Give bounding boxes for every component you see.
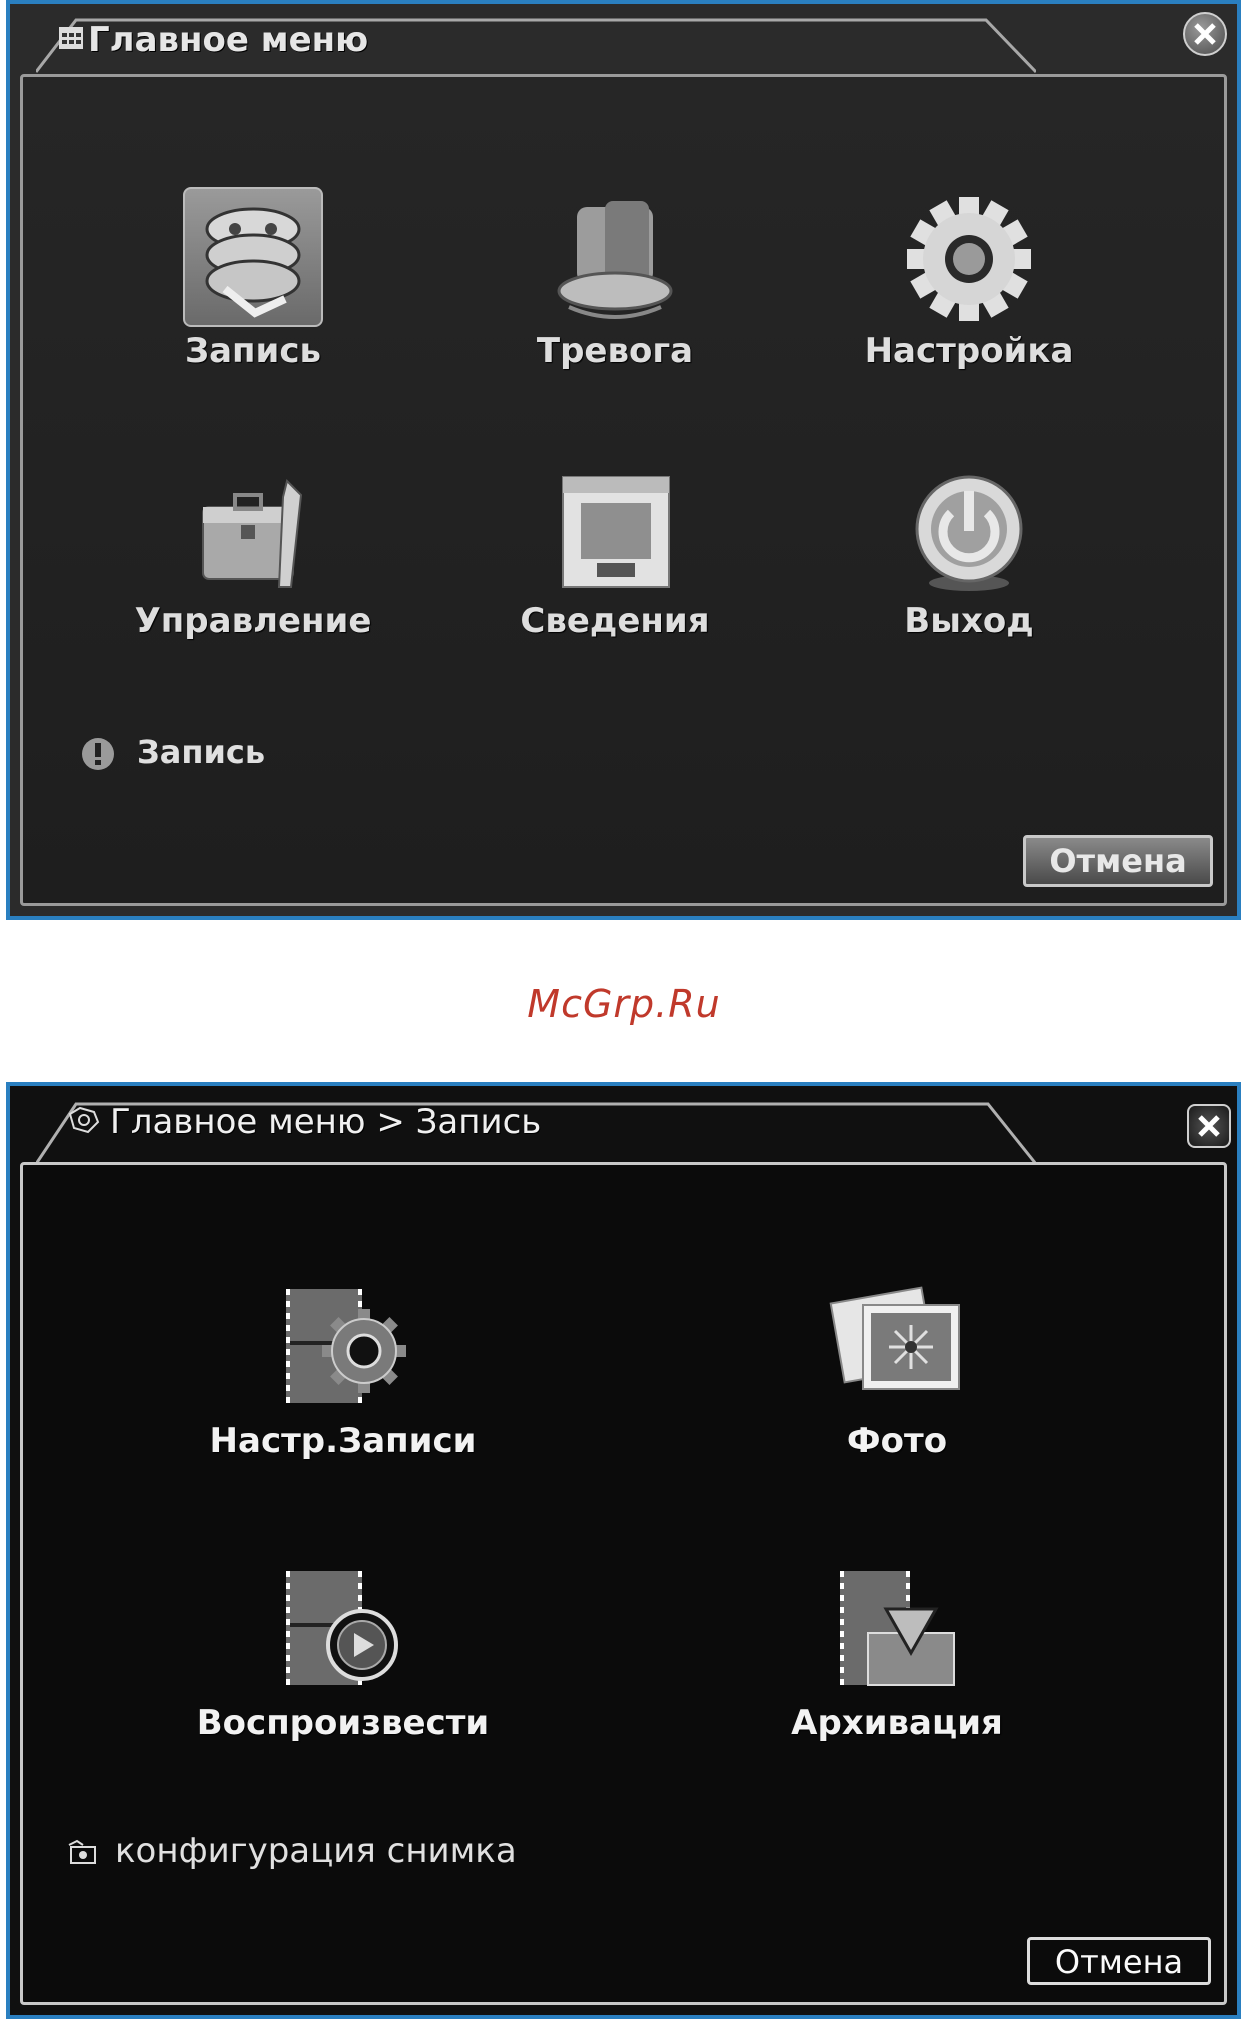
menu-content-area: Запись Тревога Настройка Управление Свед… xyxy=(20,74,1227,906)
main-menu-window: Главное меню Запись Тревога Настройка Уп… xyxy=(6,0,1241,920)
menu-label-record-settings[interactable]: Настр.Записи xyxy=(193,1421,493,1461)
menu-label-alarm: Тревога xyxy=(536,331,694,371)
gear-icon xyxy=(899,187,1039,327)
power-icon xyxy=(899,467,1039,597)
cancel-button[interactable]: Отмена xyxy=(1027,1937,1211,1985)
menu-label-photo[interactable]: Фото xyxy=(747,1421,1047,1461)
menu-label-exit: Выход xyxy=(904,601,1034,641)
photo-icon xyxy=(827,1285,967,1409)
status-text: Запись xyxy=(137,733,266,771)
menu-content-area: Настр.Записи Фото Воспроизвести Архиваци… xyxy=(20,1162,1227,2005)
menu-label-record: Запись xyxy=(184,331,322,371)
menu-item-alarm[interactable]: Тревога xyxy=(485,187,745,371)
menu-item-settings[interactable]: Настройка xyxy=(839,187,1099,371)
menu-item-record[interactable]: Запись xyxy=(123,187,383,371)
cancel-button[interactable]: Отмена xyxy=(1023,835,1213,887)
film-reel-icon xyxy=(183,187,323,327)
record-menu-window: Главное меню > Запись Настр.Записи Фото … xyxy=(6,1082,1241,2019)
close-icon xyxy=(1194,23,1216,45)
menu-item-management[interactable]: Управление xyxy=(123,467,383,641)
info-exclamation-icon xyxy=(82,738,114,770)
film-gear-icon xyxy=(278,1285,408,1409)
window-title: Главное меню > Запись xyxy=(110,1102,542,1142)
alarm-siren-icon xyxy=(545,187,685,327)
menu-item-record-settings[interactable]: Настр.Записи xyxy=(193,1285,493,1461)
record-folder-icon xyxy=(68,1106,100,1134)
menu-item-backup[interactable]: Архивация xyxy=(747,1567,1047,1743)
menu-item-info[interactable]: Сведения xyxy=(485,467,745,641)
camera-icon xyxy=(68,1839,96,1864)
window-title: Главное меню xyxy=(88,20,369,60)
menu-label-info: Сведения xyxy=(520,601,710,641)
menu-label-backup[interactable]: Архивация xyxy=(747,1703,1047,1743)
menu-label-settings: Настройка xyxy=(864,331,1074,371)
menu-item-photo[interactable]: Фото xyxy=(747,1285,1047,1461)
close-button[interactable] xyxy=(1183,12,1227,56)
menu-label-playback[interactable]: Воспроизвести xyxy=(193,1703,493,1743)
close-icon xyxy=(1198,1115,1220,1137)
menu-item-exit[interactable]: Выход xyxy=(839,467,1099,641)
watermark-text: McGrp.Ru xyxy=(527,982,721,1026)
film-download-icon xyxy=(832,1567,962,1691)
menu-item-playback[interactable]: Воспроизвести xyxy=(193,1567,493,1743)
toolbox-icon xyxy=(183,467,323,597)
menu-grid-icon xyxy=(59,27,83,49)
film-play-icon xyxy=(278,1567,408,1691)
info-monitor-icon xyxy=(545,467,685,597)
status-text: конфигурация снимка xyxy=(115,1831,517,1871)
menu-label-management: Управление xyxy=(134,601,372,641)
close-button[interactable] xyxy=(1187,1104,1231,1148)
